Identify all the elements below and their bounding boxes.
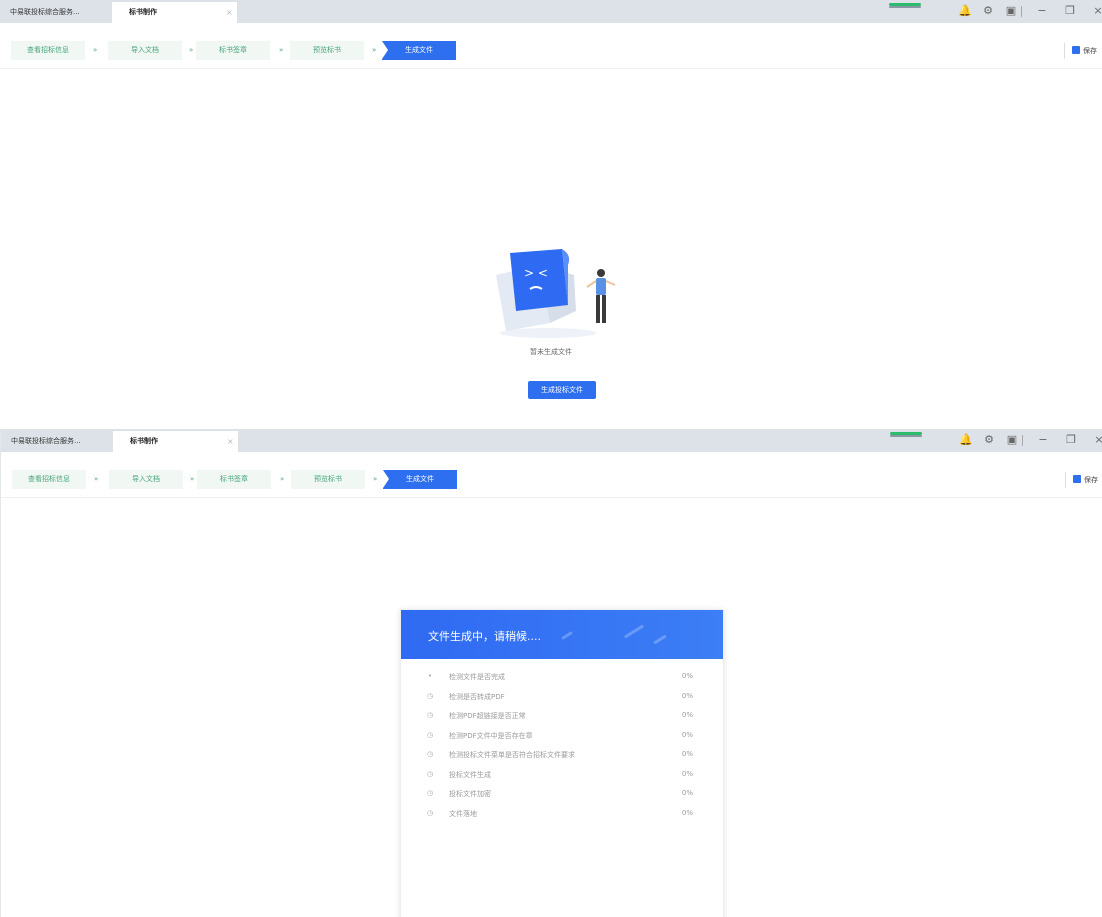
check-item-label: 检测文件是否完成 — [449, 673, 505, 681]
check-item: ◷ 检测PDF文件中是否存在章 0% — [401, 731, 723, 751]
window-titlebar: 中易联投标综合服务... 标书制作 × 🔔 ⚙ ▣ − ❐ × — [0, 0, 1102, 23]
tab-bid-maker[interactable]: 标书制作 — [113, 431, 238, 452]
step-bid-signature[interactable]: 标书签章 — [196, 41, 270, 60]
check-item: • 检测文件是否完成 0% — [401, 672, 723, 692]
check-item-percent: 0% — [681, 789, 693, 797]
dialog-title: 文件生成中，请稍候.... — [428, 630, 541, 643]
check-item: ◷ 投标文件加密 0% — [401, 789, 723, 809]
maximize-icon[interactable]: ❐ — [1062, 3, 1078, 19]
check-item: ◷ 检测PDF超链接是否正常 0% — [401, 711, 723, 731]
check-item-percent: 0% — [681, 672, 693, 680]
check-item-label: 检测是否转成PDF — [449, 692, 505, 701]
screenshot-icon[interactable]: ▣ — [1004, 432, 1020, 448]
step-view-tender-info[interactable]: 查看招标信息 — [12, 470, 86, 489]
sync-progress-indicator — [889, 3, 921, 8]
svg-text:> <: > < — [524, 266, 548, 280]
check-item-label: 检测PDF超链接是否正常 — [449, 712, 526, 720]
close-icon[interactable]: × — [1090, 3, 1102, 19]
settings-icon[interactable]: ⚙ — [981, 432, 997, 448]
maximize-icon[interactable]: ❐ — [1063, 432, 1079, 448]
step-import-document[interactable]: 导入文档 — [108, 41, 182, 60]
decoration — [653, 634, 667, 645]
save-icon — [1073, 475, 1081, 483]
step-arrow-icon: » — [372, 46, 377, 54]
generate-bid-file-button[interactable]: 生成投标文件 — [528, 381, 596, 399]
decoration — [561, 631, 573, 640]
check-item-label: 投标文件加密 — [449, 790, 491, 798]
step-preview-bid[interactable]: 预览标书 — [290, 41, 364, 60]
step-arrow-icon: » — [280, 475, 285, 483]
step-navigation: 查看招标信息 » 导入文档 » 标书签章 » 预览标书 » 生成文件 保存 — [0, 23, 1102, 69]
clock-icon: ◷ — [426, 711, 434, 719]
tab-service[interactable]: 中易联投标综合服务... — [0, 2, 112, 23]
check-item-label: 检测PDF文件中是否存在章 — [449, 731, 533, 740]
step-arrow-icon: » — [279, 46, 284, 54]
minimize-icon[interactable]: − — [1034, 3, 1050, 19]
check-item: ◷ 检测是否转成PDF 0% — [401, 692, 723, 712]
check-item-percent: 0% — [681, 711, 693, 719]
save-button[interactable]: 保存 — [1073, 472, 1098, 488]
step-arrow-icon: » — [373, 475, 378, 483]
step-import-document[interactable]: 导入文档 — [109, 470, 183, 489]
tab-bid-maker[interactable]: 标书制作 — [112, 2, 237, 23]
screenshot-icon[interactable]: ▣ — [1003, 3, 1019, 19]
clock-icon: ◷ — [426, 808, 434, 817]
step-arrow-icon: » — [94, 475, 99, 483]
check-item-percent: 0% — [681, 769, 693, 778]
save-divider — [1065, 472, 1066, 488]
check-item: ◷ 投标文件生成 0% — [401, 770, 723, 790]
step-view-tender-info[interactable]: 查看招标信息 — [11, 41, 85, 60]
check-list: • 检测文件是否完成 0% ◷ 检测是否转成PDF 0% ◷ 检测PDF超链接是… — [401, 672, 723, 828]
titlebar-divider — [1022, 435, 1023, 446]
check-item: ◷ 检测投标文件菜单是否符合招标文件要求 0% — [401, 750, 723, 770]
step-generate-file[interactable]: 生成文件 — [382, 41, 456, 60]
sync-progress-indicator — [890, 432, 922, 437]
clock-icon: ◷ — [426, 750, 434, 758]
tab-close-icon[interactable]: × — [226, 2, 233, 23]
save-divider — [1064, 43, 1065, 59]
close-icon[interactable]: × — [1091, 432, 1102, 448]
step-arrow-icon: » — [93, 46, 98, 54]
empty-state-text: 暂未生成文件 — [530, 348, 572, 356]
step-arrow-icon: » — [190, 475, 195, 483]
check-item-label: 检测投标文件菜单是否符合招标文件要求 — [449, 751, 575, 759]
check-item-percent: 0% — [681, 730, 693, 739]
check-item-percent: 0% — [681, 691, 693, 700]
check-item-label: 投标文件生成 — [449, 770, 491, 779]
bell-icon[interactable]: 🔔 — [958, 432, 974, 448]
step-preview-bid[interactable]: 预览标书 — [291, 470, 365, 489]
tab-service[interactable]: 中易联投标综合服务... — [1, 431, 113, 452]
generating-dialog: 文件生成中，请稍候.... • 检测文件是否完成 0% ◷ 检测是否转成PDF … — [400, 609, 724, 917]
step-bid-signature[interactable]: 标书签章 — [197, 470, 271, 489]
screen-generating: 中易联投标综合服务... 标书制作 × 🔔 ⚙ ▣ − ❐ × 查看招标信息 »… — [0, 429, 1102, 917]
settings-icon[interactable]: ⚙ — [980, 3, 996, 19]
check-item: ◷ 文件落地 0% — [401, 809, 723, 829]
dot-icon: • — [427, 672, 433, 680]
tab-close-icon[interactable]: × — [227, 431, 234, 452]
save-button-label: 保存 — [1083, 47, 1097, 55]
dialog-header: 文件生成中，请稍候.... — [401, 610, 723, 659]
empty-state-illustration: > < — [496, 249, 616, 338]
clock-icon: ◷ — [426, 769, 434, 778]
clock-icon: ◷ — [426, 789, 434, 797]
step-generate-file[interactable]: 生成文件 — [383, 470, 457, 489]
minimize-icon[interactable]: − — [1035, 432, 1051, 448]
step-navigation: 查看招标信息 » 导入文档 » 标书签章 » 预览标书 » 生成文件 保存 — [1, 452, 1102, 498]
screen-empty-state: 中易联投标综合服务... 标书制作 × 🔔 ⚙ ▣ − ❐ × 查看招标信息 »… — [0, 0, 1102, 420]
step-arrow-icon: » — [189, 46, 194, 54]
check-item-label: 文件落地 — [449, 809, 477, 818]
save-button[interactable]: 保存 — [1072, 43, 1097, 59]
bell-icon[interactable]: 🔔 — [957, 3, 973, 19]
clock-icon: ◷ — [426, 730, 434, 739]
save-icon — [1072, 46, 1080, 54]
decoration — [623, 624, 645, 639]
check-item-percent: 0% — [681, 750, 693, 758]
clock-icon: ◷ — [426, 691, 434, 700]
window-titlebar: 中易联投标综合服务... 标书制作 × 🔔 ⚙ ▣ − ❐ × — [1, 429, 1102, 452]
check-item-percent: 0% — [681, 808, 693, 817]
titlebar-divider — [1021, 6, 1022, 17]
save-button-label: 保存 — [1084, 476, 1098, 484]
